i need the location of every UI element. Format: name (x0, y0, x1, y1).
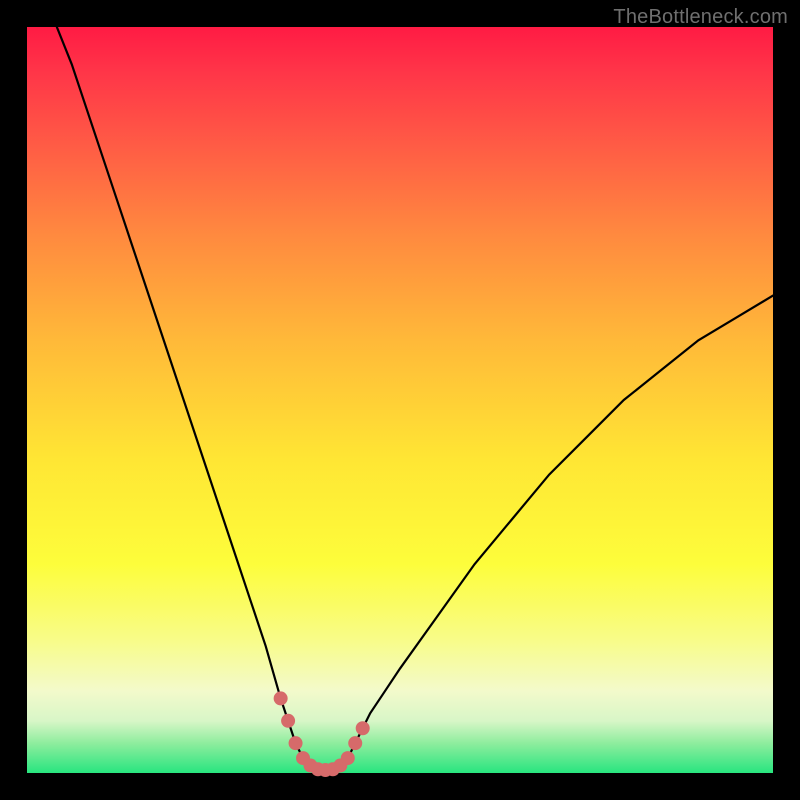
chart-stage: TheBottleneck.com (0, 0, 800, 800)
watermark-text: TheBottleneck.com (613, 6, 788, 29)
marker-dot (274, 691, 288, 705)
marker-dot (356, 721, 370, 735)
marker-dot (348, 736, 362, 750)
plot-area (27, 27, 773, 773)
chart-svg (27, 27, 773, 773)
bottom-markers (274, 691, 370, 777)
marker-dot (281, 714, 295, 728)
bottleneck-curve (57, 27, 773, 770)
marker-dot (341, 751, 355, 765)
marker-dot (289, 736, 303, 750)
